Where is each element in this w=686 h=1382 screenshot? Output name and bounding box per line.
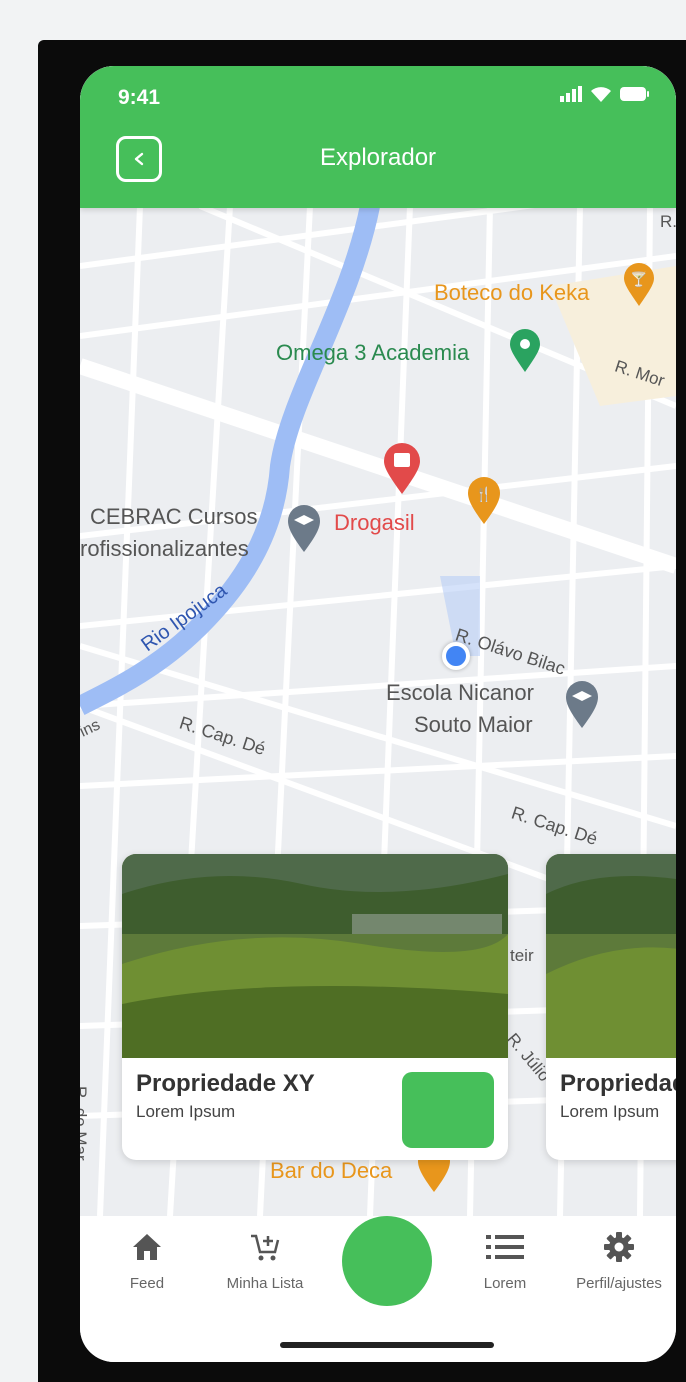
property-card[interactable]: Propriedade XY Lorem Ipsum (546, 854, 676, 1160)
poi-label-boteco[interactable]: Boteco do Keka (434, 280, 589, 306)
poi-label-escola-sub[interactable]: Souto Maior (414, 712, 533, 738)
poi-label-omega[interactable]: Omega 3 Academia (276, 340, 469, 366)
nav-item-lorem[interactable]: Lorem (450, 1230, 560, 1292)
nav-label: Lorem (483, 1275, 527, 1292)
bottom-navigation: Feed Minha Lista Lorem Perfil/ajustes (80, 1216, 676, 1362)
card-subtitle: Lorem Ipsum (136, 1102, 236, 1121)
status-time: 9:41 (118, 86, 161, 109)
list-icon (486, 1235, 524, 1259)
app-screen: R. Boteco do Keka 🍸 Omega 3 Academia R. … (80, 66, 676, 1362)
nav-label: Perfil/ajustes (576, 1275, 662, 1292)
nav-item-list[interactable]: Minha Lista (210, 1230, 320, 1292)
restaurant-pin-icon[interactable]: 🍸 (622, 262, 656, 308)
signal-icon (560, 86, 582, 102)
page-title: Explorador (319, 144, 437, 171)
nav-item-profile[interactable]: Perfil/ajustes (564, 1230, 674, 1292)
battery-icon (620, 87, 649, 101)
card-subtitle: Lorem Ipsum (560, 1102, 660, 1121)
street-label: teir (510, 946, 534, 965)
nav-label: Feed (129, 1275, 165, 1292)
poi-label-bar[interactable]: Bar do Deca (270, 1158, 392, 1184)
home-indicator (280, 1342, 494, 1348)
pharmacy-pin-icon[interactable] (382, 442, 422, 496)
school-pin-icon[interactable] (564, 680, 600, 730)
street-label: R. (660, 212, 676, 231)
property-image (546, 854, 676, 1058)
property-card[interactable]: Propriedade XY Lorem Ipsum (122, 854, 508, 1160)
nav-item-feed[interactable]: Feed (92, 1230, 202, 1292)
poi-label-cebrac[interactable]: CEBRAC Cursos (90, 504, 257, 530)
card-title: Propriedade XY (136, 1070, 315, 1097)
property-image (122, 854, 508, 1058)
center-action-button[interactable] (342, 1216, 432, 1306)
app-header: 9:41 Explorador (80, 66, 676, 208)
poi-label-escola[interactable]: Escola Nicanor (386, 680, 534, 706)
school-pin-icon[interactable] (286, 504, 322, 554)
nav-label: Minha Lista (226, 1275, 304, 1292)
home-icon (133, 1234, 161, 1260)
poi-label-cebrac-sub[interactable]: rofissionalizantes (80, 536, 249, 562)
gear-icon (604, 1232, 634, 1262)
svg-text:🍸: 🍸 (630, 270, 647, 288)
card-action-button[interactable] (402, 1072, 494, 1148)
cart-plus-icon (251, 1234, 280, 1261)
card-title: Propriedade XY (560, 1070, 676, 1097)
status-icons (560, 86, 650, 102)
svg-text:🍴: 🍴 (475, 486, 492, 503)
gym-pin-icon[interactable] (508, 328, 542, 374)
street-label: R. do Mar (80, 1086, 90, 1161)
wifi-icon (591, 87, 611, 102)
poi-label-drogasil[interactable]: Drogasil (334, 510, 415, 536)
restaurant-pin-icon[interactable]: 🍴 (466, 476, 502, 526)
current-location-dot[interactable] (442, 642, 470, 670)
